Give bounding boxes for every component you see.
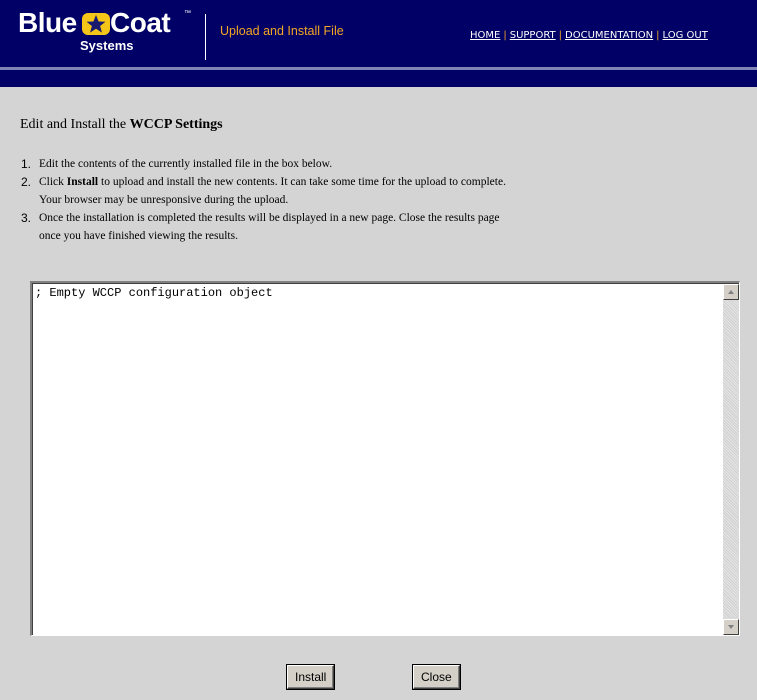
step-text: Once the installation is completed the r… <box>39 212 500 224</box>
heading-bold: WCCP Settings <box>129 117 223 132</box>
nav-documentation-link[interactable]: DOCUMENTATION <box>565 30 653 41</box>
nav-support-link[interactable]: SUPPORT <box>510 30 556 41</box>
step-text-prefix: Click <box>39 176 64 188</box>
instruction-steps: 1. Edit the contents of the currently in… <box>21 155 741 245</box>
bluecoat-logo: Blue Coat ™ Systems <box>16 6 196 62</box>
logo-word-coat: Coat <box>110 7 171 38</box>
nav-separator: | <box>558 30 563 41</box>
vertical-scrollbar[interactable] <box>723 284 739 635</box>
step-item: 2. Click Install to upload and install t… <box>21 173 741 209</box>
arrow-down-icon <box>728 625 734 629</box>
step-number: 1. <box>21 157 32 171</box>
wccp-settings-textarea[interactable]: ; Empty WCCP configuration object <box>30 281 740 636</box>
arrow-up-icon <box>728 290 734 294</box>
step-number: 2. <box>21 175 32 189</box>
step-text: Click Install to upload and install the … <box>21 173 741 191</box>
nav-home-link[interactable]: HOME <box>470 30 500 41</box>
header-divider <box>205 14 206 60</box>
step-text: Edit the contents of the currently insta… <box>39 158 333 170</box>
logo-word-blue: Blue <box>18 7 77 38</box>
textarea-content[interactable]: ; Empty WCCP configuration object <box>35 286 717 632</box>
step-item: 3. Once the installation is completed th… <box>21 209 741 245</box>
scroll-down-button[interactable] <box>723 619 739 635</box>
step-item: 1. Edit the contents of the currently in… <box>21 155 741 173</box>
scroll-up-button[interactable] <box>723 284 739 300</box>
star-icon <box>82 13 110 35</box>
install-button[interactable]: Install <box>287 665 335 689</box>
step-text-line2: Your browser may be unresponsive during … <box>39 194 289 206</box>
nav-separator: | <box>656 30 660 41</box>
step-text-line2: once you have finished viewing the resul… <box>39 230 238 242</box>
nav-separator: | <box>503 30 507 41</box>
top-nav: HOME | SUPPORT | DOCUMENTATION | LOG OUT <box>470 30 708 41</box>
logo-subtitle: Systems <box>80 38 134 53</box>
heading-prefix: Edit and Install the <box>20 117 127 132</box>
header-bar: Blue Coat ™ Systems Upload and Install F… <box>0 0 757 67</box>
section-heading: Edit and Install the WCCP Settings <box>20 117 223 133</box>
step-text-bold: Install <box>66 176 99 188</box>
close-button[interactable]: Close <box>413 665 460 689</box>
step-number: 3. <box>21 211 32 225</box>
logo-trademark: ™ <box>184 10 191 17</box>
page-title: Upload and Install File <box>220 24 344 38</box>
header-band <box>0 70 757 87</box>
nav-logout-link[interactable]: LOG OUT <box>663 30 708 41</box>
step-text-suffix: to upload and install the new contents. … <box>101 176 506 188</box>
